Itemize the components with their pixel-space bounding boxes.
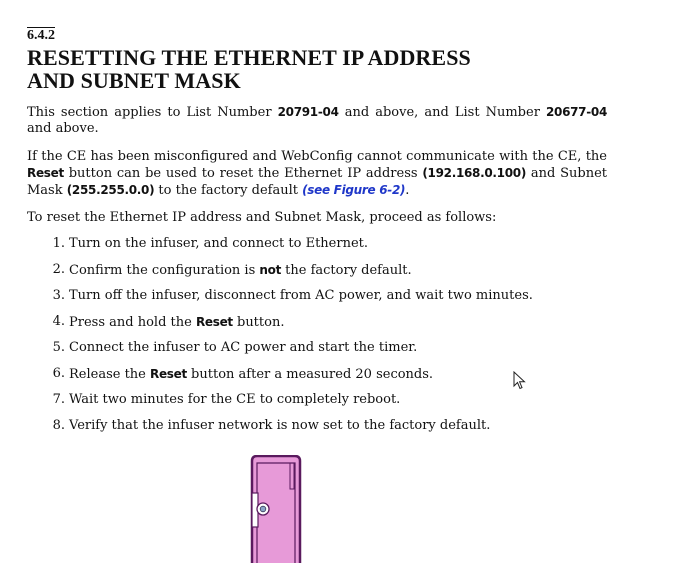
step-number: 2. — [52, 262, 65, 277]
step-number: 3. — [52, 288, 65, 303]
applicability-paragraph: This section applies to List Number 2079… — [27, 104, 607, 137]
list-item: 2. Confirm the configuration is not the f… — [27, 262, 607, 288]
list-item: 5. Connect the infuser to AC power and st… — [27, 340, 607, 366]
figure-6-2-link[interactable]: (see Figure 6-2) — [302, 183, 405, 197]
list-item: 1. Turn on the infuser, and connect to Et… — [27, 236, 607, 262]
list-number: 20677-04 — [545, 105, 608, 119]
step-text: Verify that the infuser network is now s… — [69, 418, 491, 433]
mouse-cursor-icon — [513, 370, 527, 395]
step-number: 1. — [52, 236, 65, 251]
step-number: 6. — [52, 366, 65, 381]
step-text: Turn off the infuser, disconnect from AC… — [69, 288, 533, 303]
step-text: Wait two minutes for the CE to completel… — [69, 392, 401, 407]
step-number: 8. — [52, 418, 65, 433]
section-title: RESETTING THE ETHERNET IP ADDRESS AND SU… — [27, 46, 607, 92]
default-ip-address: (192.168.0.100) — [422, 166, 527, 180]
list-item: 7. Wait two minutes for the CE to complet… — [27, 392, 607, 418]
text-run: and above. — [27, 121, 99, 136]
step-number: 5. — [52, 340, 65, 355]
procedure-intro: To reset the Ethernet IP address and Sub… — [27, 210, 497, 225]
step-text: Turn on the infuser, and connect to Ethe… — [69, 236, 369, 251]
step-number: 4. — [52, 314, 65, 329]
step-number: 7. — [52, 392, 65, 407]
section-title-line-2: AND SUBNET MASK — [27, 68, 241, 93]
section-number: 6.4.2 — [27, 27, 55, 43]
misconfiguration-paragraph: If the CE has been misconfigured and Web… — [27, 149, 607, 199]
list-item: 4. Press and hold the Reset button. — [27, 314, 607, 340]
step-text: Release the Reset button after a measure… — [69, 367, 434, 382]
step-text: Connect the infuser to AC power and star… — [69, 340, 418, 355]
text-run: to the factory default — [154, 183, 303, 198]
default-subnet-mask: (255.255.0.0) — [66, 183, 155, 197]
section-title-line-1: RESETTING THE ETHERNET IP ADDRESS — [27, 45, 471, 70]
text-run: If the CE has been misconfigured and Web… — [27, 149, 607, 164]
text-run: and above, and List Number — [338, 105, 546, 120]
list-number: 20791-04 — [277, 105, 339, 119]
reset-term: Reset — [27, 166, 64, 180]
step-text: Press and hold the Reset button. — [69, 315, 285, 330]
text-run: button can be used to reset the Ethernet… — [63, 166, 423, 181]
text-run: . — [405, 183, 410, 198]
list-item: 8. Verify that the infuser network is now… — [27, 418, 607, 444]
text-run: This section applies to List Number — [27, 105, 278, 120]
infuser-device-illustration — [249, 454, 303, 569]
list-item: 3. Turn off the infuser, disconnect from … — [27, 288, 607, 314]
reset-steps-list: 1. Turn on the infuser, and connect to Et… — [27, 236, 607, 444]
step-text: Confirm the configuration is not the fac… — [69, 263, 412, 278]
